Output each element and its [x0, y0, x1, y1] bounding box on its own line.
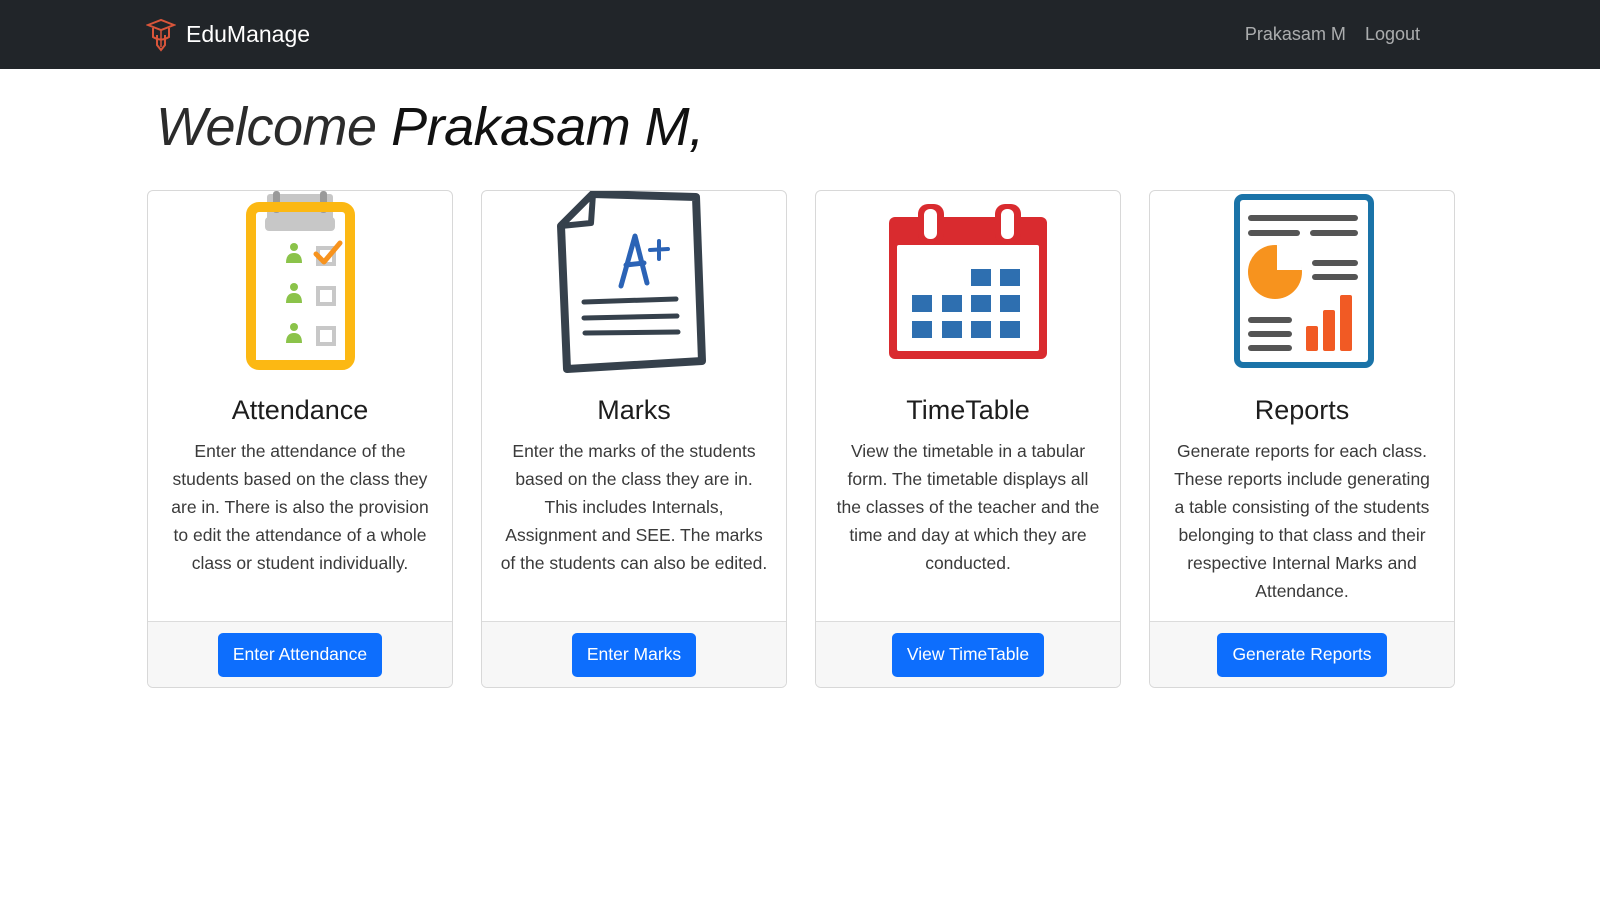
- marks-card: Marks Enter the marks of the students ba…: [481, 190, 787, 688]
- reports-card-title: Reports: [1254, 395, 1350, 425]
- marks-card-image: [482, 191, 786, 377]
- timetable-card-title: TimeTable: [906, 395, 1030, 425]
- brand-name: EduManage: [186, 21, 311, 47]
- welcome-user-name: Prakasam M,: [391, 97, 704, 157]
- nav-user-name[interactable]: Prakasam M: [1245, 24, 1346, 45]
- attendance-clipboard-icon: [246, 191, 355, 370]
- welcome-heading: Welcome Prakasam M,: [156, 96, 704, 158]
- enter-marks-button[interactable]: Enter Marks: [571, 632, 697, 677]
- reports-card-text: Generate reports for each class. These r…: [1174, 441, 1430, 601]
- view-timetable-button[interactable]: View TimeTable: [891, 632, 1045, 677]
- marks-card-text: Enter the marks of the students based on…: [500, 441, 768, 573]
- timetable-card-image: [816, 191, 1120, 377]
- attendance-card-footer: Enter Attendance: [148, 621, 452, 687]
- attendance-card-image: [148, 191, 452, 377]
- top-navbar: EduManage Prakasam M Logout: [0, 0, 1600, 69]
- reports-card-image: [1150, 191, 1454, 377]
- graduation-cap-icon: [146, 18, 176, 52]
- reports-card-footer: Generate Reports: [1150, 621, 1454, 687]
- marks-card-footer: Enter Marks: [482, 621, 786, 687]
- navbar-user-menu: Prakasam M Logout: [1245, 0, 1420, 69]
- brand-link[interactable]: EduManage: [146, 0, 310, 69]
- generate-reports-button[interactable]: Generate Reports: [1217, 632, 1387, 677]
- timetable-card: TimeTable View the timetable in a tabula…: [815, 190, 1121, 688]
- reports-card: Reports Generate reports for each class.…: [1149, 190, 1455, 688]
- attendance-card-title: Attendance: [231, 395, 369, 425]
- welcome-prefix: Welcome: [156, 97, 377, 157]
- attendance-card: Attendance Enter the attendance of the s…: [147, 190, 453, 688]
- enter-attendance-button[interactable]: Enter Attendance: [217, 632, 383, 677]
- nav-logout-link[interactable]: Logout: [1365, 24, 1420, 45]
- calendar-icon: [889, 204, 1047, 359]
- attendance-card-text: Enter the attendance of the students bas…: [171, 441, 429, 573]
- marks-card-title: Marks: [597, 395, 671, 425]
- report-chart-icon: [1234, 194, 1374, 368]
- timetable-card-text: View the timetable in a tabular form. Th…: [836, 441, 1100, 573]
- feature-cards: Attendance Enter the attendance of the s…: [147, 190, 1455, 688]
- marks-paper-icon: [557, 191, 706, 373]
- timetable-card-footer: View TimeTable: [816, 621, 1120, 687]
